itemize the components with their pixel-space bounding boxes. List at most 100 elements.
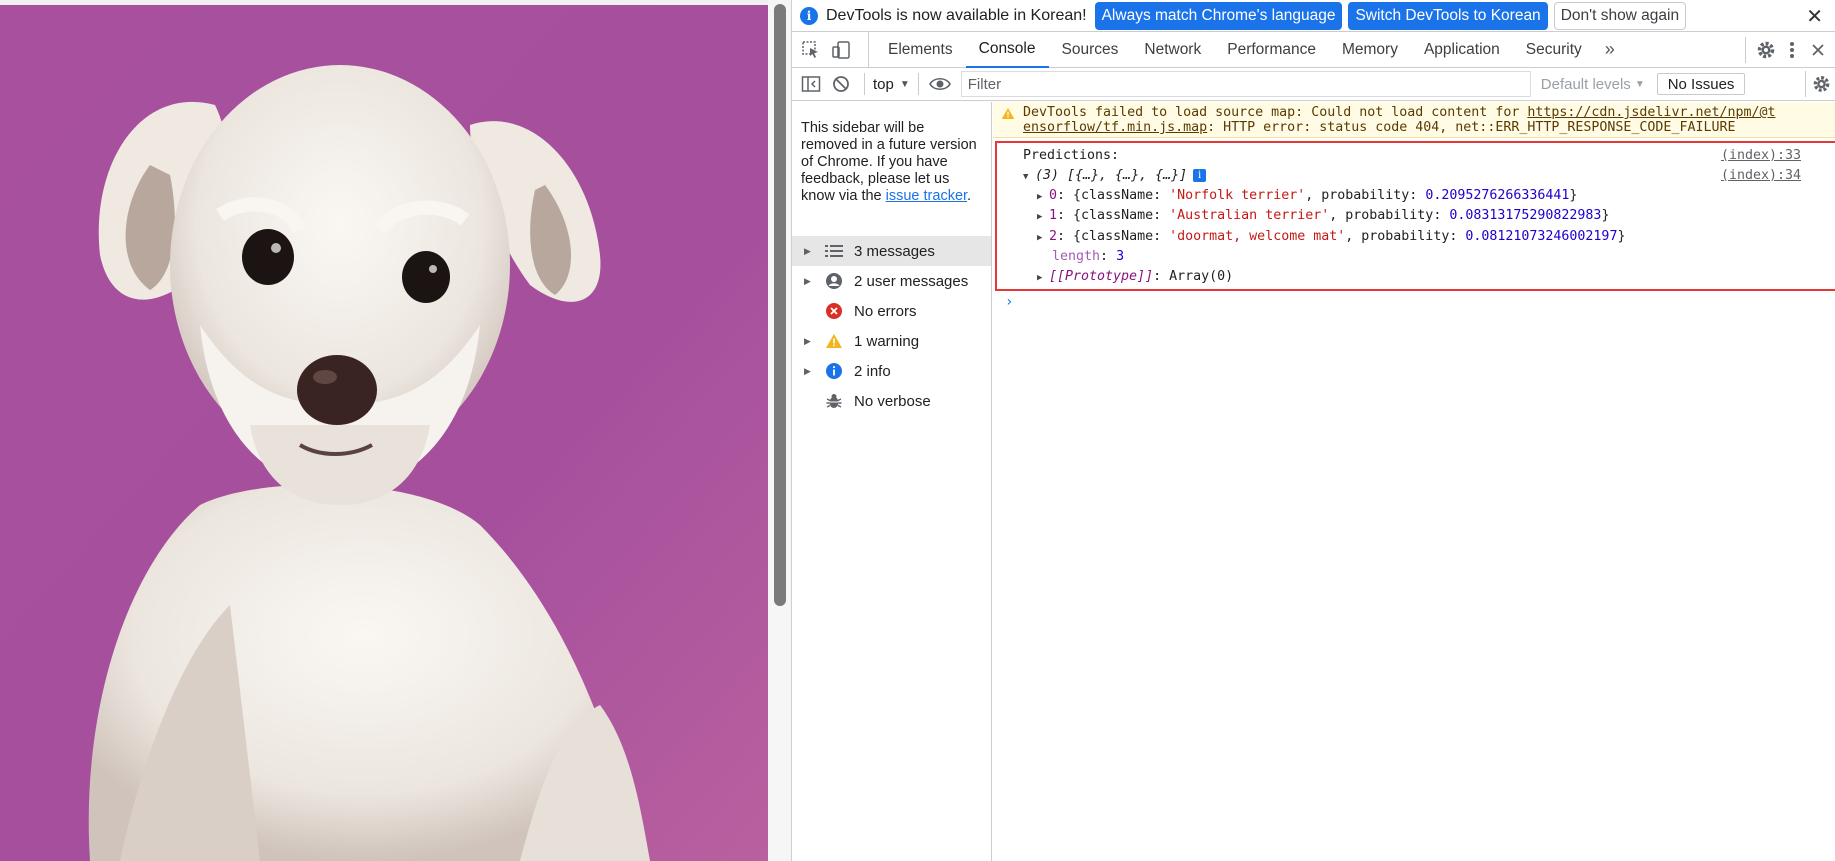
tab-network[interactable]: Network [1131,32,1214,68]
tab-elements[interactable]: Elements [875,32,966,68]
infobar-message: DevTools is now available in Korean! [826,6,1087,24]
info-badge-icon[interactable]: i [1193,168,1207,182]
expand-triangle-icon[interactable]: ▶ [1037,192,1049,202]
devtools-tabbar: Elements Console Sources Network Perform… [792,31,1835,68]
prototype-value: Array(0) [1169,269,1234,284]
key-probability: probability [1361,229,1450,244]
sidebar-item-errors[interactable]: No errors [792,296,991,326]
warning-error-text: : HTTP error: status code 404, net::ERR_… [1207,120,1736,135]
prediction-probability: 0.08313175290822983 [1449,208,1602,223]
log-levels-dropdown[interactable]: Default levels ▼ [1541,76,1645,93]
prediction-row[interactable]: ▶ 1: {className: 'Australian terrier', pr… [1037,208,1609,223]
prediction-row[interactable]: ▶ 2: {className: 'doormat, welcome mat', … [1037,229,1625,244]
prediction-classname: 'doormat, welcome mat' [1169,229,1346,244]
console-sidebar: This sidebar will be removed in a future… [792,102,992,861]
prediction-probability: 0.2095276266336441 [1425,188,1570,203]
language-infobar: i DevTools is now available in Korean! A… [792,0,1835,32]
more-options-icon[interactable] [1779,37,1805,63]
sidebar-deprecation-notice: This sidebar will be removed in a future… [792,102,991,236]
page-viewport [0,0,768,861]
tab-console[interactable]: Console [965,32,1049,68]
length-property: length: 3 [1052,249,1125,264]
sidebar-item-verbose[interactable]: No verbose [792,386,991,416]
prediction-row[interactable]: ▶ 0: {className: 'Norfolk terrier', proba… [1037,188,1577,203]
warning-icon [1001,107,1015,124]
close-icon[interactable]: ✕ [1806,4,1823,29]
sidebar-item-info[interactable]: ▶ 2 info [792,356,991,386]
filter-input[interactable] [960,71,1531,97]
sidebar-item-label: 2 user messages [854,272,969,290]
panel-tabs: Elements Console Sources Network Perform… [868,31,1595,68]
switch-language-button[interactable]: Switch DevTools to Korean [1348,1,1548,30]
expand-triangle-icon[interactable]: ▶ [1037,212,1049,222]
dont-show-again-button[interactable]: Don't show again [1553,1,1687,30]
expand-triangle-icon[interactable]: ▶ [1037,233,1049,243]
source-link-34[interactable]: (index):34 [1721,168,1801,183]
key-classname: className [1081,188,1154,203]
prototype-key: [[Prototype]] [1049,269,1154,284]
expand-triangle-icon[interactable]: ▶ [1037,273,1049,283]
device-toolbar-icon[interactable] [828,37,854,63]
array-summary: (3) [{…}, {…}, {…}] [1035,168,1188,183]
list-icon [824,241,844,261]
length-value: 3 [1116,249,1125,264]
length-key: length [1052,249,1101,264]
prototype-row[interactable]: ▶ [[Prototype]]: Array(0) [1037,269,1233,284]
console-prompt-chevron-icon[interactable]: › [1005,294,1013,310]
live-expression-eye-icon[interactable] [927,71,953,97]
tab-performance[interactable]: Performance [1214,32,1329,68]
user-icon [824,271,844,291]
context-selector[interactable]: top ▼ [864,73,919,95]
key-classname: className [1081,208,1154,223]
prediction-classname: 'Australian terrier' [1169,208,1330,223]
expand-triangle-icon[interactable]: ▶ [804,246,814,257]
page-scrollbar[interactable] [768,0,792,861]
expand-triangle-icon[interactable]: ▶ [804,276,814,287]
prediction-classname: 'Norfolk terrier' [1169,188,1306,203]
info-icon: i [800,6,818,25]
sidebar-item-label: 2 info [854,362,891,380]
prediction-index: 2 [1049,229,1058,244]
prediction-index: 1 [1049,208,1058,223]
console-toolbar: top ▼ Default levels ▼ No Issues [792,68,1835,101]
tab-memory[interactable]: Memory [1329,32,1411,68]
issues-button[interactable]: No Issues [1656,73,1746,95]
clear-console-icon[interactable] [828,71,854,97]
source-map-url-link[interactable]: https://cdn.jsdelivr.net/npm/@t [1527,105,1775,120]
bug-icon [824,391,844,411]
key-probability: probability [1321,188,1410,203]
prediction-probability: 0.08121073246002197 [1465,229,1618,244]
sidebar-item-label: 1 warning [854,332,920,350]
prediction-index: 0 [1049,188,1058,203]
sidebar-item-label: No verbose [854,392,931,410]
match-language-button[interactable]: Always match Chrome's language [1094,1,1343,30]
source-map-url-link-continued[interactable]: ensorflow/tf.min.js.map [1023,120,1207,135]
issue-tracker-link[interactable]: issue tracker [886,188,967,204]
key-probability: probability [1345,208,1434,223]
key-classname: className [1081,229,1154,244]
sidebar-item-user-messages[interactable]: ▶ 2 user messages [792,266,991,296]
devtools-panel: i DevTools is now available in Korean! A… [792,0,1835,861]
more-tabs-icon[interactable]: » [1605,39,1615,60]
collapse-triangle-icon[interactable]: ▼ [1023,172,1035,182]
sidebar-item-messages[interactable]: ▶ 3 messages [792,236,991,266]
expand-triangle-icon[interactable]: ▶ [804,366,814,377]
sidebar-item-warnings[interactable]: ▶ 1 warning [792,326,991,356]
notice-end: . [967,188,972,204]
sidebar-toggle-icon[interactable] [798,71,824,97]
sidebar-item-label: 3 messages [854,242,935,260]
tab-security[interactable]: Security [1513,32,1595,68]
source-link-33[interactable]: (index):33 [1721,148,1801,163]
console-settings-gear-icon[interactable] [1805,71,1831,97]
tab-sources[interactable]: Sources [1049,32,1132,68]
close-devtools-icon[interactable] [1805,37,1831,63]
settings-gear-icon[interactable] [1745,37,1779,63]
tabbar-actions [1745,32,1835,68]
expand-triangle-icon[interactable]: ▶ [804,336,814,347]
chevron-down-icon: ▼ [899,78,910,90]
inspect-element-icon[interactable] [798,37,824,63]
page-scrollbar-thumb[interactable] [774,4,786,606]
tab-application[interactable]: Application [1411,32,1513,68]
info-icon [824,361,844,381]
array-summary-line[interactable]: ▼ (3) [{…}, {…}, {…}] i [1023,168,1207,183]
